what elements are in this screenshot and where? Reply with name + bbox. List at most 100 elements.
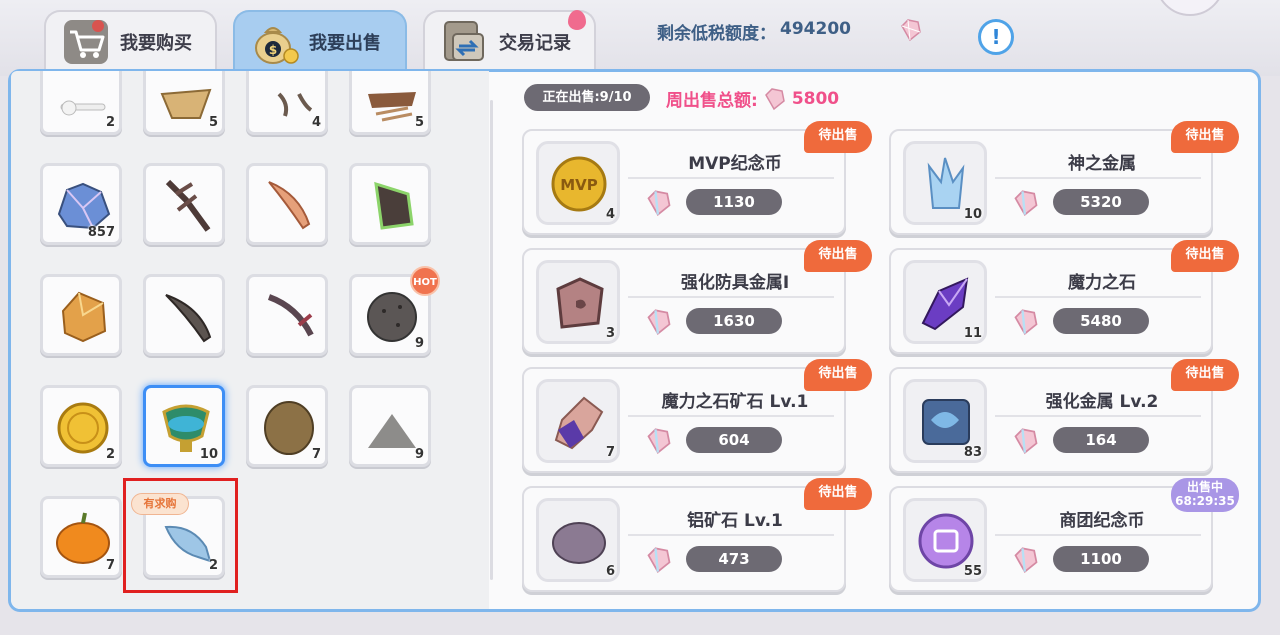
- listing-name: 商团纪念币: [1059, 511, 1145, 531]
- dark-orb-icon: [367, 292, 417, 342]
- green-claw-icon: [374, 181, 414, 230]
- branch-icon: [277, 92, 313, 117]
- inventory-slot[interactable]: 857: [40, 163, 122, 245]
- tab-trade-record[interactable]: 交易记录: [423, 10, 596, 72]
- cloth-icon: [160, 88, 212, 119]
- hot-badge: HOT: [410, 266, 440, 296]
- status-badge-pending: 待出售: [1171, 240, 1239, 272]
- purple-ore-icon: [554, 396, 604, 450]
- inventory-slot[interactable]: [246, 163, 328, 245]
- listing-card[interactable]: 3 强化防具金属Ⅰ 1630 待出售: [522, 240, 872, 354]
- diamond-gem-icon: [1013, 546, 1039, 578]
- divider-line: [995, 415, 1201, 417]
- low-tax-quota: 剩余低税额度： 494200: [657, 19, 851, 44]
- inventory-slot[interactable]: [349, 163, 431, 245]
- listing-card[interactable]: 11 魔力之石 5480 待出售: [889, 240, 1239, 354]
- listing-thumb: MVP 4: [536, 141, 620, 225]
- diamond-gem-icon: [764, 87, 785, 110]
- status-badge-pending: 待出售: [1171, 359, 1239, 391]
- item-count: 9: [414, 447, 424, 462]
- scimitar-icon: [165, 294, 212, 343]
- divider-line: [628, 177, 834, 179]
- flame-blade-icon: [268, 181, 311, 230]
- shopping-cart-icon: [60, 16, 112, 68]
- divider-line: [628, 296, 834, 298]
- inventory-slot[interactable]: 7: [246, 385, 328, 467]
- diamond-gem-icon: [646, 427, 672, 459]
- wood-pile-icon: [368, 92, 416, 122]
- listing-thumb: 10: [903, 141, 987, 225]
- listing-price: 473: [686, 546, 782, 572]
- bone-icon: [60, 100, 106, 116]
- diamond-gem-icon: [646, 308, 672, 340]
- diamond-gem-icon: [1013, 189, 1039, 221]
- tab-buy-label: 我要购买: [120, 33, 192, 54]
- listing-card[interactable]: 7 魔力之石矿石 Lv.1 604 待出售: [522, 359, 872, 473]
- inventory-slot[interactable]: [246, 274, 328, 356]
- listing-price: 1630: [686, 308, 782, 334]
- svg-text:$: $: [269, 43, 277, 57]
- inventory-slot[interactable]: 5: [349, 71, 431, 135]
- listing-card[interactable]: 83 强化金属 Lv.2 164 待出售: [889, 359, 1239, 473]
- amber-stone-icon: [61, 291, 107, 343]
- status-badge-pending: 待出售: [804, 121, 872, 153]
- info-button[interactable]: !: [978, 19, 1014, 55]
- inventory-slot[interactable]: [143, 274, 225, 356]
- listing-price: 5480: [1053, 308, 1149, 334]
- divider-line: [628, 534, 834, 536]
- inventory-slot[interactable]: 2: [40, 71, 122, 135]
- buy-request-tag: 有求购: [131, 493, 189, 515]
- divider-line: [995, 177, 1201, 179]
- diamond-gem-icon: [646, 189, 672, 221]
- item-count: 857: [87, 225, 115, 240]
- listing-card[interactable]: 10 神之金属 5320 待出售: [889, 121, 1239, 235]
- status-badge-selling: 出售中 68:29:35: [1171, 478, 1239, 512]
- status-badge-pending: 待出售: [1171, 121, 1239, 153]
- listing-card[interactable]: MVP 4 MVP纪念币 1130 待出售: [522, 121, 872, 235]
- diamond-gem-icon: [646, 546, 672, 578]
- inventory-slot[interactable]: 5: [143, 71, 225, 135]
- notification-badge: [568, 10, 586, 30]
- listing-count: 55: [963, 564, 982, 579]
- inventory-slot-selected[interactable]: 10: [143, 385, 225, 467]
- aluminum-ore-icon: [552, 522, 606, 564]
- status-badge-pending: 待出售: [804, 240, 872, 272]
- inventory-slot[interactable]: [40, 274, 122, 356]
- panel-divider: [490, 100, 493, 580]
- listing-thumb: 83: [903, 379, 987, 463]
- item-count: 2: [105, 447, 115, 462]
- listing-count: 11: [963, 326, 982, 341]
- listing-count: 7: [605, 445, 615, 460]
- listing-price: 5320: [1053, 189, 1149, 215]
- armor-metal-icon: [556, 277, 604, 329]
- listing-thumb: 55: [903, 498, 987, 582]
- item-count: 5: [414, 115, 424, 130]
- inventory-slot[interactable]: 2: [40, 385, 122, 467]
- listing-price: 1100: [1053, 546, 1149, 572]
- inventory-slot[interactable]: 9: [349, 385, 431, 467]
- tab-trade-record-label: 交易记录: [499, 33, 571, 54]
- tab-sell-label: 我要出售: [309, 33, 381, 54]
- weekly-label: 周出售总额:: [666, 91, 758, 111]
- status-badge-pending: 待出售: [804, 478, 872, 510]
- mvp-coin-icon: MVP: [551, 156, 607, 212]
- item-count: 9: [414, 336, 424, 351]
- listing-price: 164: [1053, 427, 1149, 453]
- listing-card[interactable]: 6 铝矿石 Lv.1 473 待出售: [522, 478, 872, 592]
- item-count: 2: [105, 115, 115, 130]
- selling-count: 正在出售:9/10: [524, 84, 650, 111]
- tab-buy[interactable]: 我要购买: [44, 10, 217, 72]
- dagger-icon: [267, 294, 314, 337]
- inventory-slot[interactable]: [143, 163, 225, 245]
- item-count: 5: [208, 115, 218, 130]
- inventory-slot[interactable]: 4: [246, 71, 328, 135]
- diamond-gem-icon: [900, 18, 922, 46]
- trade-record-icon: [439, 16, 491, 68]
- listing-card[interactable]: 55 商团纪念币 1100 出售中 68:29:35: [889, 478, 1239, 592]
- inventory-slot[interactable]: 7: [40, 496, 122, 578]
- tab-sell[interactable]: $ 我要出售: [233, 10, 407, 72]
- inventory-grid[interactable]: 2 5 4 5 857 9 2 10 7 9 7 2: [11, 71, 489, 609]
- svg-text:MVP: MVP: [560, 176, 598, 194]
- divider-line: [995, 534, 1201, 536]
- listing-thumb: 11: [903, 260, 987, 344]
